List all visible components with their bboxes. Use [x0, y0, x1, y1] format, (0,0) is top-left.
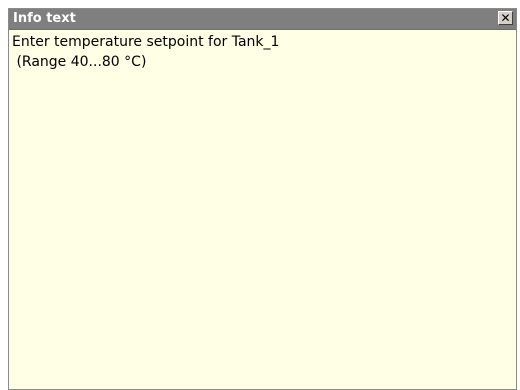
info-line-range: (Range 40...80 °C) — [12, 54, 147, 70]
window-title: Info text — [13, 11, 76, 26]
close-button[interactable]: ✕ — [498, 11, 513, 25]
close-icon: ✕ — [500, 11, 511, 25]
info-line-instruction: Enter temperature setpoint for Tank_1 — [12, 34, 280, 50]
info-text-window: Info text ✕ Enter temperature setpoint f… — [8, 8, 517, 390]
window-titlebar: Info text ✕ — [9, 9, 516, 30]
info-text-content: Enter temperature setpoint for Tank_1 (R… — [12, 32, 512, 385]
